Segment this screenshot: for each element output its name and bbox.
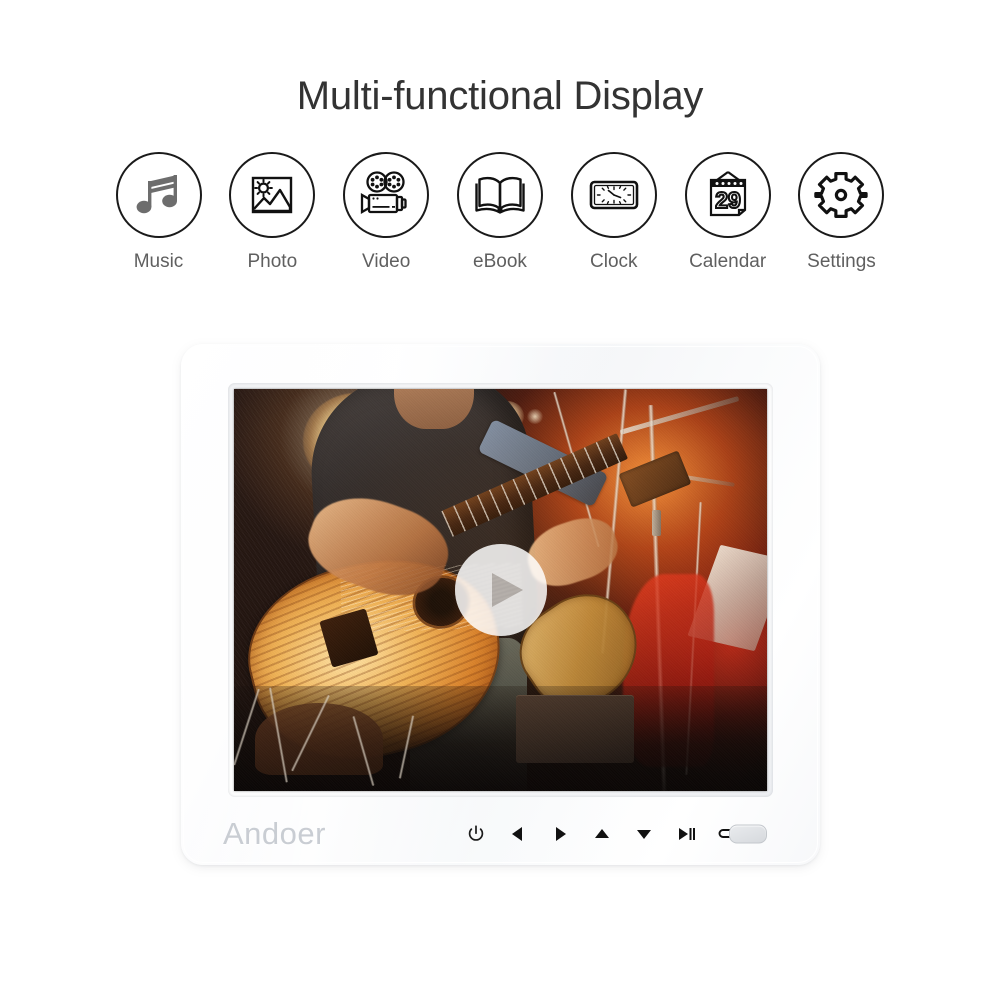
- feature-item-ebook[interactable]: eBook: [451, 152, 548, 273]
- feature-label: eBook: [473, 251, 527, 272]
- feature-label: Settings: [807, 251, 876, 272]
- triangle-left-icon: [509, 825, 527, 843]
- product-feature-page: Multi-functional Display Music Photo Vid…: [0, 0, 1000, 1000]
- feature-label: Photo: [247, 251, 298, 272]
- feature-circle: 29: [684, 152, 771, 238]
- open-book-icon: [473, 168, 527, 222]
- triangle-down-icon: [635, 825, 653, 843]
- feature-label: Calendar: [689, 251, 767, 272]
- screen-bezel: [228, 383, 773, 797]
- movie-camera-icon: [359, 168, 413, 222]
- page-title: Multi-functional Display: [296, 74, 704, 118]
- triangle-up-icon: [593, 825, 611, 843]
- feature-item-photo[interactable]: Photo: [224, 152, 321, 273]
- feature-circle: [115, 152, 202, 238]
- calendar-icon: 29: [702, 169, 754, 221]
- feature-circle: [456, 152, 543, 238]
- clock-icon: [587, 168, 641, 222]
- up-button[interactable]: [591, 823, 613, 845]
- feature-item-music[interactable]: Music: [110, 152, 207, 273]
- feature-icon-row: Music Photo Video eBook Clock 29 Calenda…: [110, 152, 890, 287]
- triangle-right-icon: [551, 825, 569, 843]
- feature-circle: [570, 152, 657, 238]
- feature-label: Video: [362, 251, 411, 272]
- feature-circle: [798, 152, 885, 238]
- right-button[interactable]: [549, 823, 571, 845]
- device-control-bar: Andoer: [181, 803, 820, 865]
- feature-item-calendar[interactable]: 29 Calendar: [679, 152, 776, 273]
- ir-sensor-window: [729, 824, 767, 844]
- svg-text:29: 29: [715, 187, 741, 213]
- play-pause-icon: [676, 825, 696, 843]
- left-button[interactable]: [507, 823, 529, 845]
- brand-logo: Andoer: [223, 816, 326, 851]
- gear-icon: [814, 168, 869, 222]
- power-button[interactable]: [465, 823, 487, 845]
- play-button-icon[interactable]: [454, 544, 547, 636]
- button-group: [465, 823, 739, 845]
- feature-item-clock[interactable]: Clock: [565, 152, 662, 273]
- feature-label: Clock: [590, 251, 638, 272]
- device-screen[interactable]: [234, 389, 767, 791]
- feature-circle: [343, 152, 430, 238]
- down-button[interactable]: [633, 823, 655, 845]
- play-pause-button[interactable]: [675, 823, 697, 845]
- photo-image-icon: [246, 169, 298, 221]
- power-icon: [467, 825, 485, 843]
- feature-circle: [229, 152, 316, 238]
- digital-photo-frame-device: Andoer: [181, 344, 820, 865]
- feature-label: Music: [133, 251, 184, 272]
- feature-item-video[interactable]: Video: [338, 152, 435, 273]
- music-note-icon: [133, 169, 185, 221]
- feature-item-settings[interactable]: Settings: [793, 152, 890, 273]
